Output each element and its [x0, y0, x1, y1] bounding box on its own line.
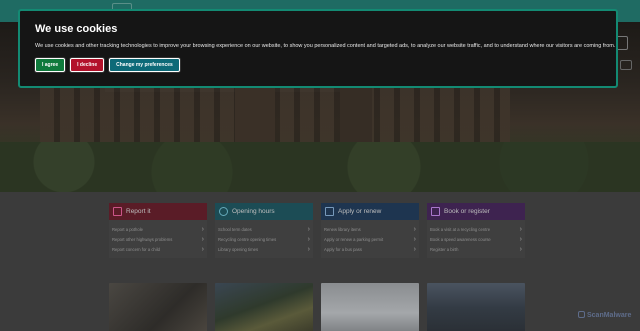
scan-icon [578, 311, 585, 318]
cookie-banner: We use cookies We use cookies and other … [18, 9, 618, 88]
quick-links: Report it Report a pothole › Report other… [109, 203, 525, 258]
card-link[interactable]: Renew library items › [324, 224, 416, 234]
link-label: Apply for a bus pass [324, 246, 362, 252]
card-link[interactable]: Register a birth › [430, 244, 522, 254]
card-link[interactable]: Book a speed awareness course › [430, 234, 522, 244]
link-label: Report other highways problems [112, 236, 173, 242]
link-label: Apply or renew a parking permit [324, 236, 384, 242]
card-link[interactable]: Report a pothole › [112, 224, 204, 234]
card-link[interactable]: School term dates › [218, 224, 310, 234]
card-report-it: Report it Report a pothole › Report other… [109, 203, 207, 258]
card-title: Apply or renew [338, 208, 382, 215]
chevron-right-icon: › [519, 235, 522, 243]
card-apply-or-renew: Apply or renew Renew library items › Appl… [321, 203, 419, 258]
chevron-right-icon: › [307, 245, 310, 253]
chevron-right-icon: › [519, 245, 522, 253]
card-header[interactable]: Book or register [427, 203, 525, 220]
search-button[interactable] [620, 60, 632, 70]
card-links: Renew library items › Apply or renew a pa… [321, 220, 419, 258]
watermark-text: ScanMalware [587, 312, 632, 319]
link-label: Book a visit at a recycling centre [430, 226, 491, 232]
form-icon [325, 207, 334, 216]
agree-button[interactable]: I agree [35, 58, 66, 72]
card-link[interactable]: Book a visit at a recycling centre › [430, 224, 522, 234]
warning-icon [113, 207, 122, 216]
link-label: Recycling centre opening times [218, 236, 277, 242]
card-book-or-register: Book or register Book a visit at a recyc… [427, 203, 525, 258]
card-title: Opening hours [232, 208, 275, 215]
news-thumbnail[interactable] [109, 283, 207, 331]
card-link[interactable]: Apply for a bus pass › [324, 244, 416, 254]
news-thumbnail[interactable] [427, 283, 525, 331]
news-thumbnails [109, 283, 525, 331]
chevron-right-icon: › [201, 235, 204, 243]
cookie-title: We use cookies [35, 23, 118, 35]
card-links: School term dates › Recycling centre open… [215, 220, 313, 258]
link-label: Report a pothole [112, 226, 143, 232]
news-thumbnail[interactable] [215, 283, 313, 331]
link-label: Register a birth [430, 246, 459, 252]
link-label: Renew library items [324, 226, 361, 232]
card-links: Report a pothole › Report other highways … [109, 220, 207, 258]
calendar-icon [431, 207, 440, 216]
chevron-right-icon: › [413, 225, 416, 233]
card-link[interactable]: Library opening times › [218, 244, 310, 254]
card-link[interactable]: Apply or renew a parking permit › [324, 234, 416, 244]
watermark: ScanMalware [578, 311, 631, 319]
card-link[interactable]: Report other highways problems › [112, 234, 204, 244]
card-header[interactable]: Report it [109, 203, 207, 220]
card-header[interactable]: Opening hours [215, 203, 313, 220]
change-preferences-button[interactable]: Change my preferences [109, 58, 180, 72]
card-title: Book or register [444, 208, 490, 215]
chevron-right-icon: › [519, 225, 522, 233]
card-link[interactable]: Recycling centre opening times › [218, 234, 310, 244]
chevron-right-icon: › [201, 245, 204, 253]
cookie-buttons: I agree I decline Change my preferences [35, 58, 601, 72]
card-header[interactable]: Apply or renew [321, 203, 419, 220]
news-thumbnail[interactable] [321, 283, 419, 331]
card-title: Report it [126, 208, 151, 215]
link-label: School term dates [218, 226, 252, 232]
card-links: Book a visit at a recycling centre › Book… [427, 220, 525, 258]
chevron-right-icon: › [307, 235, 310, 243]
chevron-right-icon: › [201, 225, 204, 233]
link-label: Library opening times [218, 246, 259, 252]
chevron-right-icon: › [307, 225, 310, 233]
cookie-message: We use cookies and other tracking techno… [35, 43, 616, 49]
link-label: Report concern for a child [112, 246, 160, 252]
chevron-right-icon: › [413, 235, 416, 243]
link-label: Book a speed awareness course [430, 236, 491, 242]
trees [0, 142, 640, 192]
chevron-right-icon: › [413, 245, 416, 253]
main-content: Report it Report a pothole › Report other… [0, 192, 640, 331]
clock-icon [219, 207, 228, 216]
card-opening-hours: Opening hours School term dates › Recycli… [215, 203, 313, 258]
decline-button[interactable]: I decline [70, 58, 105, 72]
card-link[interactable]: Report concern for a child › [112, 244, 204, 254]
